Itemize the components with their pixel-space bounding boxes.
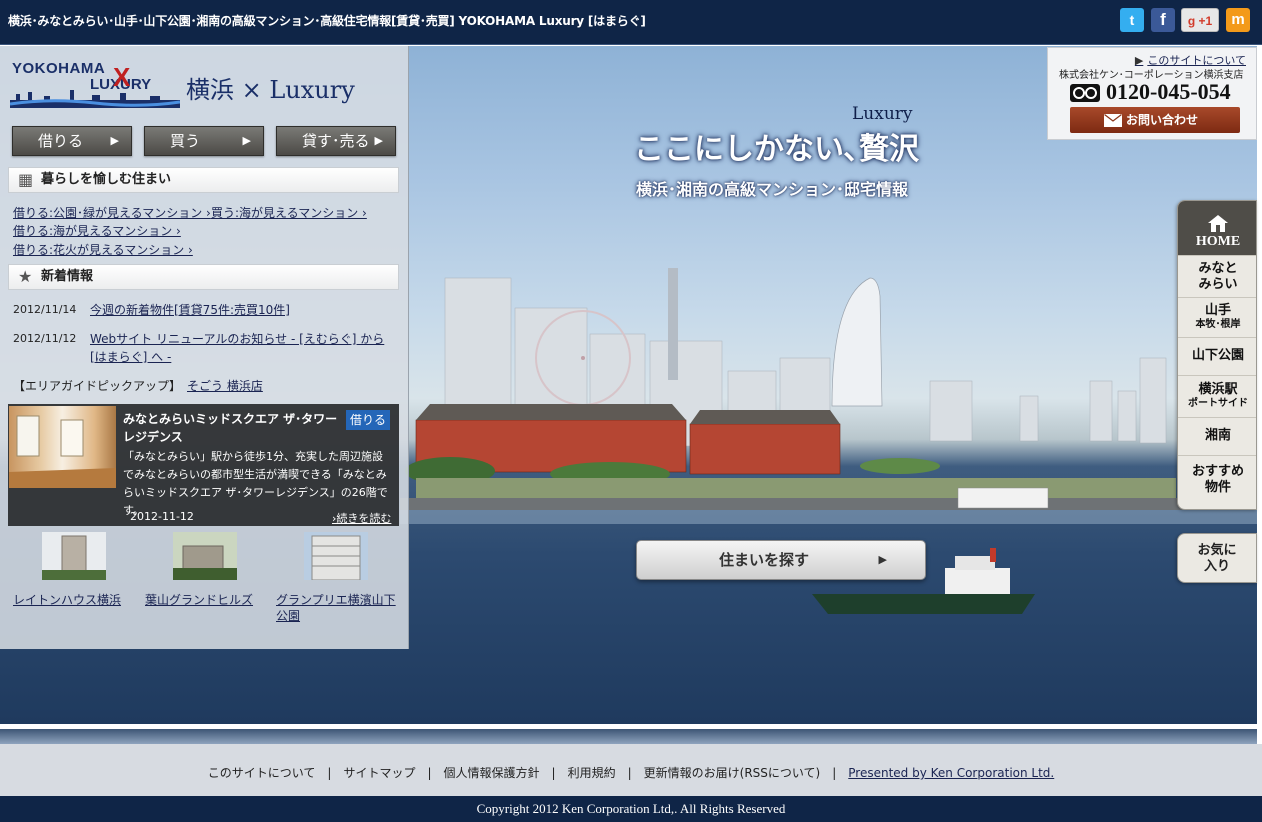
footer-links: このサイトについて | サイトマップ | 個人情報保護方針 | 利用規約 | 更新情報のお届け(…: [0, 764, 1262, 781]
section-title: 暮らしを愉しむ住まい: [41, 172, 172, 187]
hero-luxury-label: Luxury: [852, 104, 913, 124]
link-buy-sea-view[interactable]: 買う:海が見えるマンション ›: [211, 204, 367, 221]
home-label: HOME: [1195, 234, 1241, 249]
news-date: 2012/11/14: [13, 303, 77, 316]
logo-text-yokohama: YOKOHAMA: [12, 60, 106, 77]
play-arrow-icon: ▶: [242, 134, 251, 147]
news-link[interactable]: 今週の新着物件[賃貸75件:売買10件]: [90, 301, 400, 319]
google-plus-icon[interactable]: g +1: [1181, 8, 1219, 32]
property-thumbnail[interactable]: [173, 532, 237, 580]
link-rent-sea-view[interactable]: 借りる:海が見えるマンション ›: [13, 222, 181, 239]
area-nav-sublabel: ポートサイド: [1188, 398, 1248, 409]
property-thumbnail[interactable]: [304, 532, 368, 580]
property-name-link[interactable]: グランプリエ横濱山下公園: [276, 592, 396, 624]
area-nav-home[interactable]: HOME: [1178, 201, 1256, 255]
featured-property[interactable]: みなとみらいミッドスクエア ザ･タワーレジデンス 借りる 「みなとみらい」駅から…: [8, 404, 399, 526]
area-nav-label: 横浜駅: [1198, 382, 1238, 397]
area-nav-yamashita-park[interactable]: 山下公園: [1178, 337, 1256, 375]
pickup-label: 【エリアガイドピックアップ】: [13, 379, 182, 393]
footer-link-presented-by[interactable]: Presented by Ken Corporation Ltd.: [848, 766, 1054, 780]
featured-property-date: 2012-11-12: [130, 510, 194, 523]
left-panel: YOKOHAMA LUXURY X 横浜 × Luxury 借りる ▶ 買う ▶…: [0, 46, 409, 649]
area-nav-yamate[interactable]: 山手 本牧･根岸: [1178, 297, 1256, 337]
footer-link-about[interactable]: このサイトについて: [208, 766, 316, 780]
footer-link-sitemap[interactable]: サイトマップ: [343, 766, 415, 780]
top-bar: 横浜･みなとみらい･山手･山下公園･湘南の高級マンション･高級住宅情報[賃貸･売…: [0, 0, 1262, 45]
section-title: 新着情報: [41, 269, 94, 284]
footer-link-privacy[interactable]: 個人情報保護方針: [444, 766, 540, 780]
area-nav-sublabel: 本牧･根岸: [1195, 319, 1241, 330]
section-header-news: ★ 新着情報: [8, 264, 399, 290]
play-arrow-icon: ▶: [878, 553, 887, 566]
nav-rent-label: 借りる: [38, 132, 84, 150]
property-name-link[interactable]: 葉山グランドヒルズ: [145, 592, 253, 608]
separator: |: [551, 766, 556, 780]
property-name-link[interactable]: レイトンハウス横浜: [13, 592, 121, 608]
area-nav-minatomirai[interactable]: みなと みらい: [1178, 255, 1256, 297]
free-dial-icon: [1070, 84, 1100, 102]
separator: |: [427, 766, 432, 780]
search-homes-label: 住まいを探す: [719, 551, 810, 569]
right-gutter: [1257, 46, 1262, 724]
read-more-link[interactable]: ›続きを読む: [332, 510, 391, 526]
copyright: Copyright 2012 Ken Corporation Ltd,. All…: [0, 796, 1262, 822]
star-icon: ★: [18, 267, 33, 286]
property-thumbnail[interactable]: [42, 532, 106, 580]
area-nav-label: 山手: [1204, 303, 1231, 318]
mail-icon: [1104, 114, 1122, 127]
play-arrow-icon: ▶: [110, 134, 119, 147]
footer-link-terms[interactable]: 利用規約: [568, 766, 616, 780]
skyline-logo-icon: [10, 90, 180, 108]
rent-tag-badge: 借りる: [346, 410, 390, 430]
hero-subheadline: 横浜･湘南の高級マンション･邸宅情報: [636, 180, 909, 199]
site-title: 横浜･みなとみらい･山手･山下公園･湘南の高級マンション･高級住宅情報[賃貸･売…: [8, 14, 646, 28]
phone-number[interactable]: 0120-045-054: [1106, 79, 1231, 105]
nav-buy-button[interactable]: 買う ▶: [144, 126, 264, 156]
nav-buy-label: 買う: [170, 132, 201, 150]
inquiry-label: お問い合わせ: [1126, 113, 1199, 127]
home-icon: [1208, 215, 1228, 232]
building-icon: ▦: [18, 170, 34, 189]
mixi-icon[interactable]: m: [1226, 8, 1250, 32]
pickup-link[interactable]: そごう 横浜店: [187, 379, 263, 393]
separator: |: [327, 766, 332, 780]
area-nav-yokohama-station[interactable]: 横浜駅 ポートサイド: [1178, 375, 1256, 417]
featured-property-title[interactable]: みなとみらいミッドスクエア ザ･タワーレジデンス: [123, 410, 338, 446]
area-nav-recommended[interactable]: おすすめ 物件: [1178, 455, 1256, 509]
hero-headline: ここにしかない､贅沢: [634, 132, 919, 167]
news-date: 2012/11/12: [13, 332, 77, 345]
room-interior-photo: [9, 415, 116, 488]
link-rent-fireworks-view[interactable]: 借りる:花火が見えるマンション ›: [13, 241, 193, 258]
site-logo[interactable]: YOKOHAMA LUXURY X 横浜 × Luxury: [10, 60, 370, 120]
favorites-button[interactable]: お気に 入り: [1177, 533, 1257, 583]
nav-sell-label: 貸す･売る: [302, 132, 370, 150]
facebook-icon[interactable]: f: [1151, 8, 1175, 32]
contact-box: ▶ このサイトについて 株式会社ケン･コーポレーション横浜支店 0120-045-…: [1047, 47, 1257, 140]
logo-japanese: 横浜 × Luxury: [186, 76, 355, 104]
news-link[interactable]: Webサイト リニューアルのお知らせ - [えむらぐ] から [はまらぐ] へ …: [90, 330, 400, 366]
separator: |: [627, 766, 632, 780]
link-rent-park-view[interactable]: 借りる:公園･緑が見えるマンション ›: [13, 204, 211, 221]
area-nav: HOME みなと みらい 山手 本牧･根岸 山下公園 横浜駅 ポートサイド 湘南…: [1177, 200, 1257, 510]
footer-divider: [0, 729, 1257, 744]
play-arrow-icon: ▶: [374, 134, 383, 147]
search-homes-button[interactable]: 住まいを探す ▶: [636, 540, 926, 580]
featured-property-photo[interactable]: [9, 406, 116, 488]
area-nav-shonan[interactable]: 湘南: [1178, 417, 1256, 455]
separator: |: [832, 766, 837, 780]
nav-rent-button[interactable]: 借りる ▶: [12, 126, 132, 156]
nav-sell-button[interactable]: 貸す･売る ▶: [276, 126, 396, 156]
area-guide-pickup: 【エリアガイドピックアップ】 そごう 横浜店: [13, 377, 263, 394]
footer: このサイトについて | サイトマップ | 個人情報保護方針 | 利用規約 | 更新情報のお届け(…: [0, 744, 1262, 796]
section-header-lifestyle: ▦ 暮らしを愉しむ住まい: [8, 167, 399, 193]
inquiry-button[interactable]: お問い合わせ: [1070, 107, 1240, 133]
footer-link-rss[interactable]: 更新情報のお届け(RSSについて): [644, 766, 821, 780]
twitter-icon[interactable]: t: [1120, 8, 1144, 32]
